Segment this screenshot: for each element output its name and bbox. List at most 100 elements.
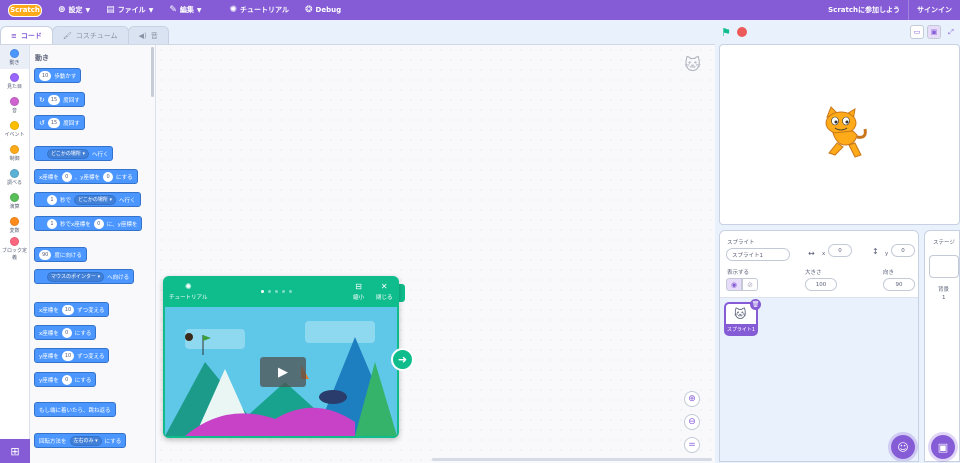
rotate-right-icon: ↻ <box>39 95 45 104</box>
cat-face-icon: ☺ <box>897 440 909 454</box>
scratch-cat-sprite[interactable] <box>815 105 875 165</box>
tutorial-video[interactable]: ▶ <box>165 307 397 436</box>
play-video-button[interactable]: ▶ <box>260 357 306 387</box>
size-input[interactable]: 100 <box>805 278 837 291</box>
block-point-towards[interactable]: マウスのポインター ▾ へ向ける <box>34 269 135 284</box>
play-icon: ▶ <box>278 364 288 380</box>
category-sound[interactable]: 音 <box>0 93 29 117</box>
sprite-name-input[interactable]: スプライト1 <box>726 248 790 261</box>
block-change-y[interactable]: y座標を 10 ずつ変える <box>34 348 110 363</box>
choose-backdrop-button[interactable]: ▣ <box>931 435 955 459</box>
block-set-y[interactable]: y座標を 0 にする <box>34 372 97 387</box>
tutorial-library-button[interactable]: ✺ チュートリアル <box>169 283 207 302</box>
block-input[interactable]: 10 <box>61 304 75 315</box>
block-input[interactable]: 90 <box>39 249 52 260</box>
palette-scrollbar[interactable] <box>151 47 154 97</box>
block-input[interactable]: 0 <box>93 218 104 229</box>
block-go-to[interactable]: どこかの場所 ▾ へ行く <box>34 146 114 161</box>
block-input[interactable]: 10 <box>39 70 52 81</box>
tab-sounds[interactable]: ◀) 音 <box>127 26 169 44</box>
category-operators[interactable]: 演算 <box>0 189 29 213</box>
add-extension-button[interactable]: ⊞ <box>0 439 30 463</box>
join-scratch-link[interactable]: Scratchに参加しよう <box>820 0 908 20</box>
block-input[interactable]: 1 <box>47 218 57 229</box>
slide-dot[interactable] <box>289 290 292 293</box>
tab-costumes[interactable]: 🖌 コスチューム <box>51 26 129 44</box>
direction-input[interactable]: 90 <box>883 278 915 291</box>
sprite-thumbnail[interactable]: 🐱 スプライト1 🗑 <box>724 299 761 336</box>
slide-dot[interactable] <box>268 290 271 293</box>
stop-button[interactable] <box>737 27 747 37</box>
edit-menu[interactable]: ✎ 編集 ▼ <box>161 0 209 20</box>
debug-menu[interactable]: ❂ Debug <box>297 0 349 20</box>
choose-sprite-button[interactable]: ☺ <box>891 435 915 459</box>
shrink-button[interactable]: ⊟ 縮小 <box>353 283 364 302</box>
block-input[interactable]: 0 <box>61 327 72 338</box>
block-glide-to-xy[interactable]: 1 秒でx座標を 0 に、y座標を <box>34 216 143 231</box>
green-flag-icon[interactable]: ⚑ <box>721 26 731 39</box>
zoom-in-button[interactable]: ⊕ <box>684 391 700 407</box>
small-stage-button[interactable]: ▭ <box>910 25 924 39</box>
zoom-out-button[interactable]: ⊖ <box>684 414 700 430</box>
block-turn-left[interactable]: ↺ 15 度回す <box>34 115 85 130</box>
block-glide-to[interactable]: 1 秒で どこかの場所 ▾ へ行く <box>34 192 141 207</box>
delete-sprite-button[interactable]: 🗑 <box>750 299 761 310</box>
file-icon: ▤ <box>106 5 115 15</box>
block-dropdown[interactable]: どこかの場所 ▾ <box>74 194 116 205</box>
block-dropdown[interactable]: 左右のみ ▾ <box>69 435 102 446</box>
block-go-to-xy[interactable]: x座標を 0 、y座標を 0 にする <box>34 169 138 184</box>
category-variables[interactable]: 変数 <box>0 213 29 237</box>
block-dropdown[interactable]: どこかの場所 ▾ <box>47 148 89 159</box>
size-label: 大きさ <box>805 270 822 276</box>
slide-dot[interactable] <box>261 290 264 293</box>
file-menu[interactable]: ▤ ファイル ▼ <box>98 0 161 20</box>
stage-canvas[interactable] <box>719 44 960 225</box>
category-motion[interactable]: 動き <box>0 45 29 69</box>
tab-code[interactable]: ≡ コード <box>0 26 53 44</box>
slide-dot[interactable] <box>275 290 278 293</box>
block-point-direction[interactable]: 90 度に向ける <box>34 247 87 262</box>
category-dot <box>10 96 19 106</box>
show-label: 表示する <box>727 270 750 276</box>
next-slide-button[interactable]: ➜ <box>391 348 414 371</box>
block-set-x[interactable]: x座標を 0 にする <box>34 325 97 340</box>
category-events[interactable]: イベント <box>0 117 29 141</box>
category-menu: 動き 見た目 音 イベント 制御 調べる 演算 変数 ブロック定義 ⊞ <box>0 45 30 463</box>
tutorial-menu[interactable]: ✺ チュートリアル <box>221 0 296 20</box>
scratch-logo[interactable]: Scratch <box>8 3 42 17</box>
slide-dot[interactable] <box>282 290 285 293</box>
category-looks[interactable]: 見た目 <box>0 69 29 93</box>
category-my-blocks[interactable]: ブロック定義 <box>0 237 29 261</box>
workspace-scrollbar[interactable] <box>432 458 712 461</box>
block-input[interactable]: 0 <box>103 171 114 182</box>
fullscreen-icon: ⤢ <box>948 27 954 36</box>
sprite-info-pane: スプライト スプライト1 ↔ x 0 ↕ y 0 表示する ◉ ⊘ 大きさ 10… <box>719 230 919 462</box>
block-turn-right[interactable]: ↻ 15 度回す <box>34 92 85 107</box>
settings-menu[interactable]: ⊕ 設定 ▼ <box>50 0 98 20</box>
stage-selector-pane[interactable]: ステージ 背景 1 ▣ <box>924 230 960 462</box>
hide-sprite-button[interactable]: ⊘ <box>742 278 758 291</box>
x-input[interactable]: 0 <box>828 244 852 257</box>
block-move-steps[interactable]: 10 歩動かす <box>34 68 82 83</box>
block-input[interactable]: 0 <box>61 374 72 385</box>
category-control[interactable]: 制御 <box>0 141 29 165</box>
block-input[interactable]: 10 <box>61 350 75 361</box>
fullscreen-button[interactable]: ⤢ <box>944 25 958 39</box>
block-bounce-on-edge[interactable]: もし端に着いたら、跳ね返る <box>34 402 116 417</box>
zoom-reset-button[interactable]: = <box>684 437 700 453</box>
block-input[interactable]: 0 <box>61 171 72 182</box>
normal-stage-button[interactable]: ▣ <box>927 25 941 39</box>
block-input[interactable]: 15 <box>47 117 61 128</box>
block-dropdown[interactable]: マウスのポインター ▾ <box>47 271 105 282</box>
show-sprite-button[interactable]: ◉ <box>726 278 742 291</box>
block-input[interactable]: 1 <box>47 194 57 205</box>
category-sensing[interactable]: 調べる <box>0 165 29 189</box>
block-set-rotation-style[interactable]: 回転方法を 左右のみ ▾ にする <box>34 433 127 448</box>
block-input[interactable]: 15 <box>47 94 61 105</box>
close-button[interactable]: ✕ 閉じる <box>376 283 393 302</box>
sign-in-link[interactable]: サインイン <box>908 0 960 20</box>
block-change-x[interactable]: x座標を 10 ずつ変える <box>34 302 110 317</box>
y-input[interactable]: 0 <box>891 244 915 257</box>
y-arrows-icon: ↕ <box>872 247 879 256</box>
stage-thumbnail[interactable] <box>929 255 959 278</box>
